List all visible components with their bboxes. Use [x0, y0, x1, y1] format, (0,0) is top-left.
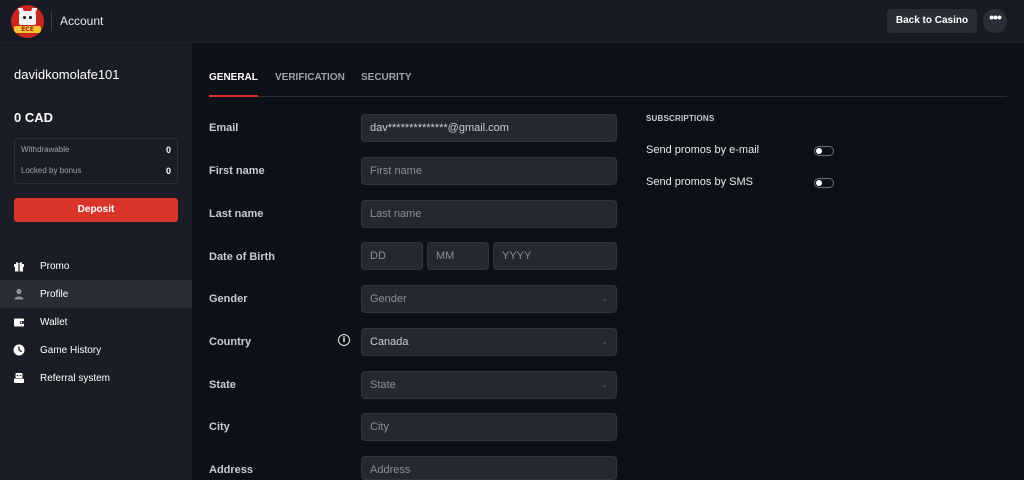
- email-promos-toggle[interactable]: [814, 146, 834, 156]
- country-label: Country: [209, 336, 252, 348]
- referral-icon: [13, 372, 25, 384]
- more-icon[interactable]: •••: [983, 9, 1007, 33]
- deposit-button[interactable]: Deposit: [14, 198, 178, 222]
- locked-bonus-row: Locked by bonus 0: [21, 166, 171, 180]
- sidebar-item-promo[interactable]: Promo: [0, 252, 192, 280]
- active-tab-indicator: [209, 95, 258, 97]
- sidebar-nav: Promo Profile Wallet Game History Referr…: [0, 252, 192, 392]
- chevron-down-icon: ⌄: [601, 294, 608, 303]
- state-label: State: [209, 379, 236, 391]
- sidebar-item-wallet[interactable]: Wallet: [0, 308, 192, 336]
- first-name-input[interactable]: First name: [361, 157, 617, 185]
- logo-eye-left: [23, 16, 26, 19]
- sidebar-item-label: Wallet: [40, 316, 68, 328]
- sidebar-item-label: Profile: [40, 288, 69, 300]
- user-icon: [13, 288, 25, 300]
- withdrawable-label: Withdrawable: [21, 145, 70, 154]
- top-header: ECE Account Back to Casino •••: [0, 0, 1024, 43]
- state-select[interactable]: State ⌄: [361, 371, 617, 399]
- last-name-label: Last name: [209, 208, 264, 220]
- first-name-label: First name: [209, 165, 265, 177]
- wallet-icon: [13, 316, 25, 328]
- page-title: Account: [60, 14, 104, 28]
- dob-day-input[interactable]: DD: [361, 242, 423, 270]
- city-label: City: [209, 421, 230, 433]
- header-divider: [51, 11, 52, 31]
- address-label: Address: [209, 464, 254, 476]
- withdrawable-value: 0: [165, 145, 171, 155]
- sms-promos-label: Send promos by SMS: [646, 176, 753, 188]
- account-sidebar: davidkomolafe101 0 CAD Withdrawable 0 Lo…: [0, 43, 192, 480]
- sidebar-item-label: Game History: [40, 344, 102, 356]
- email-promos-label: Send promos by e-mail: [646, 144, 760, 156]
- country-select[interactable]: Canada ⌄: [361, 328, 617, 356]
- dob-label: Date of Birth: [209, 251, 275, 263]
- username: davidkomolafe101: [14, 67, 120, 82]
- address-input[interactable]: Address: [361, 456, 617, 480]
- gender-select-value: Gender: [370, 293, 407, 305]
- info-icon[interactable]: i: [338, 334, 350, 346]
- sidebar-item-referral[interactable]: Referral system: [0, 364, 192, 392]
- back-to-casino-button[interactable]: Back to Casino: [887, 9, 977, 33]
- state-select-value: State: [370, 379, 396, 391]
- city-input[interactable]: City: [361, 413, 617, 441]
- tab-verification[interactable]: VERIFICATION: [275, 72, 345, 83]
- email-field[interactable]: dav**************@gmail.com: [361, 114, 617, 142]
- tab-security[interactable]: SECURITY: [361, 72, 412, 83]
- balance-total: 0 CAD: [14, 110, 54, 125]
- casino-logo[interactable]: ECE: [11, 5, 44, 38]
- gender-select[interactable]: Gender ⌄: [361, 285, 617, 313]
- withdrawable-row: Withdrawable 0: [21, 145, 171, 159]
- gender-label: Gender: [209, 293, 248, 305]
- balance-breakdown: Withdrawable 0 Locked by bonus 0: [14, 138, 178, 184]
- logo-band: ECE: [14, 26, 41, 33]
- tabs-divider: [209, 96, 1007, 97]
- sidebar-item-label: Promo: [40, 260, 70, 272]
- clock-icon: [13, 344, 25, 356]
- locked-bonus-label: Locked by bonus: [21, 166, 82, 175]
- toggle-knob: [816, 180, 822, 186]
- sms-promos-toggle[interactable]: [814, 178, 834, 188]
- country-select-value: Canada: [370, 336, 409, 348]
- logo-text: ECE: [21, 26, 34, 33]
- sidebar-item-label: Referral system: [40, 372, 111, 384]
- tab-general[interactable]: GENERAL: [209, 72, 258, 83]
- logo-face: [19, 11, 36, 25]
- locked-bonus-value: 0: [165, 166, 171, 176]
- sidebar-item-profile[interactable]: Profile: [0, 280, 192, 308]
- dob-month-input[interactable]: MM: [427, 242, 489, 270]
- toggle-knob: [816, 148, 822, 154]
- sidebar-item-game-history[interactable]: Game History: [0, 336, 192, 364]
- dob-year-input[interactable]: YYYY: [493, 242, 617, 270]
- last-name-input[interactable]: Last name: [361, 200, 617, 228]
- chevron-down-icon: ⌄: [601, 380, 608, 389]
- logo-eye-right: [29, 16, 32, 19]
- email-label: Email: [209, 122, 239, 134]
- chevron-down-icon: ⌄: [601, 337, 608, 346]
- subscriptions-title: SUBSCRIPTIONS: [646, 114, 715, 123]
- gift-icon: [13, 260, 25, 272]
